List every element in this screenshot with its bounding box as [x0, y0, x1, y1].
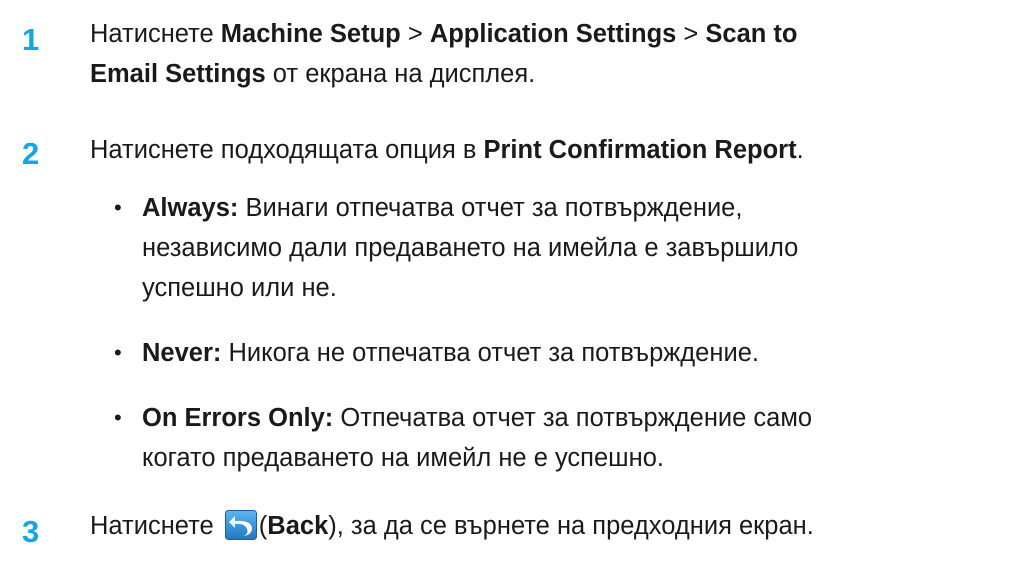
step-1-line-1: Натиснете Machine Setup > Application Se…	[90, 14, 1000, 54]
option-always-label: Always:	[142, 194, 239, 222]
option-always-line-1: Always: Винаги отпечатва отчет за потвър…	[142, 188, 1002, 228]
option-always-line-3: успешно или не.	[142, 268, 1002, 308]
step-1-line-2: Email Settings от екрана на дисплея.	[90, 54, 1000, 94]
step-1-post: от екрана на дисплея.	[265, 60, 536, 88]
step-2-post: .	[796, 136, 804, 164]
option-on-errors-only-label: On Errors Only:	[142, 404, 334, 432]
option-on-errors-only-line-1: On Errors Only: Отпечатва отчет за потвъ…	[142, 398, 1002, 438]
step-2-line: Натиснете подходящата опция в Print Conf…	[90, 130, 1000, 170]
bullet-never: •	[114, 340, 122, 365]
option-always-desc-3: успешно или не.	[142, 274, 337, 302]
option-on-errors-only-desc-1: Отпечатва отчет за потвърждение само	[333, 404, 813, 432]
step-number-1: 1	[22, 22, 40, 57]
option-never-desc-1: Никога не отпечатва отчет за потвърждени…	[221, 339, 759, 367]
back-label: Back	[267, 512, 329, 540]
option-never-label: Never:	[142, 339, 222, 367]
menu-separator: >	[400, 20, 430, 48]
step-3-line: Натиснете (Back), за да се върнете на пр…	[90, 506, 1000, 546]
bullet-on-errors-only: •	[114, 405, 122, 430]
menu-separator: >	[676, 20, 706, 48]
step-3-post: ), за да се върнете на предходния екран.	[328, 512, 814, 540]
back-arrow-icon	[224, 510, 257, 540]
step-number-2: 2	[22, 136, 40, 171]
option-always-line-2: независимо дали предаването на имейла е …	[142, 228, 1002, 268]
menu-application-settings: Application Settings	[429, 20, 677, 48]
step-2-pre: Натиснете подходящата опция в	[90, 136, 484, 164]
menu-machine-setup: Machine Setup	[220, 20, 401, 48]
bullet-always: •	[114, 195, 122, 220]
option-never-line-1: Never: Никога не отпечатва отчет за потв…	[142, 333, 1002, 373]
menu-email-settings: Email Settings	[90, 60, 266, 88]
option-on-errors-only-line-2: когато предаването на имейл не е успешно…	[142, 438, 1002, 478]
menu-scan-to: Scan to	[705, 20, 798, 48]
step-3-pre: Натиснете	[90, 512, 221, 540]
option-always-desc-1: Винаги отпечатва отчет за потвърждение,	[238, 194, 743, 222]
print-confirmation-report-label: Print Confirmation Report	[483, 136, 797, 164]
step-number-3: 3	[22, 514, 40, 549]
option-on-errors-only-desc-2: когато предаването на имейл не е успешно…	[142, 444, 664, 472]
option-always-desc-2: независимо дали предаването на имейла е …	[142, 234, 799, 262]
step-1-pre: Натиснете	[90, 20, 221, 48]
